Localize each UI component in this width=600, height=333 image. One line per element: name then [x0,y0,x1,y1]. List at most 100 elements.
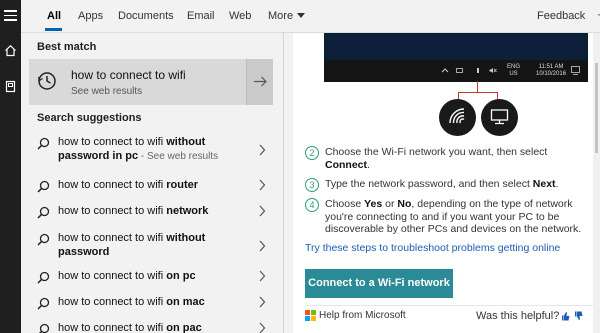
taskbar: ENG US 11:51 AM 10/10/2016 [324,60,588,82]
suggestion-text: how to connect to wifi network [58,204,238,218]
monitor-network-icon [490,109,509,125]
tab-all[interactable]: All [47,10,61,22]
troubleshoot-link[interactable]: Try these steps to troubleshoot problems… [305,242,560,254]
system-rail [0,0,21,333]
suggestion-text: how to connect to wifi router [58,178,238,192]
suggestion-item[interactable]: how to connect to wifi on mac [29,295,273,310]
chevron-down-icon [297,13,306,18]
chevron-right-icon[interactable] [258,240,266,252]
step-emphasis: No [397,198,412,210]
help-from-microsoft-label: Help from Microsoft [319,310,406,321]
suggestion-completion: on pc [166,270,196,282]
history-icon [37,72,56,90]
suggestion-query: how to connect to wifi [58,270,167,282]
suggestion-query: how to connect to wifi [58,232,167,244]
tab-more-label: More [268,10,294,22]
tab-apps[interactable]: Apps [78,10,103,22]
search-icon [37,137,50,150]
suggestion-query: how to connect to wifi [58,179,167,191]
clock-time: 11:51 AM [538,64,564,70]
suggestion-query: how to connect to wifi [58,205,167,217]
suggestion-completion: network [166,205,209,217]
search-tabs-bar: All Apps Documents Email Web More Feedba… [21,0,600,33]
suggestion-text: how to connect to wifi without password … [58,135,238,164]
suggestion-text: how to connect to wifi without password [58,231,238,259]
preview-scrollbar[interactable] [593,33,600,333]
suggestion-query: how to connect to wifi [58,136,167,148]
suggestion-item[interactable]: how to connect to wifi network [29,204,273,219]
callout-line [458,92,498,93]
taskbar-clock: 11:51 AM 10/10/2016 [536,64,566,78]
arrow-right-icon [254,76,267,87]
step-fragment: or [382,198,398,210]
clock-date: 10/10/2016 [536,71,567,77]
suggestion-item[interactable]: how to connect to wifi without password [29,231,273,261]
search-icon [38,323,50,333]
network-tray-icon [477,68,479,73]
action-center-icon [571,66,580,75]
notebook-icon[interactable] [4,80,17,93]
footer-divider [305,305,595,306]
suggestion-query: how to connect to wifi [58,322,167,333]
home-icon[interactable] [4,44,17,57]
thumbs-up-icon[interactable] [561,311,570,321]
step-emphasis: Next [532,178,556,190]
search-icon [37,297,50,310]
step-emphasis: Yes [364,198,383,210]
step-fragment: Type the network password, and then sele… [325,178,533,190]
see-web-results-label: - See web results [138,151,219,162]
tab-email[interactable]: Email [187,10,215,22]
region-code: US [509,71,518,77]
microsoft-logo-icon [305,310,316,321]
preview-pane: ENG US 11:51 AM 10/10/2016 2 Choose the W… [293,33,600,333]
step-text: Choose the Wi-Fi network you want, then … [325,146,595,171]
step-emphasis: Connect [325,158,367,171]
feedback-link[interactable]: Feedback [537,10,585,22]
suggestion-completion: router [166,179,199,191]
language-code: ENG [507,64,521,70]
chevron-right-icon[interactable] [258,179,266,191]
step-text: Choose Yes or No, depending on the type … [325,198,595,236]
step-fragment: . [555,178,559,190]
language-indicator: ENG US [507,64,520,78]
scrollbar-thumb[interactable] [595,63,598,153]
suggestion-query: how to connect to wifi [58,296,167,308]
suggestion-text: how to connect to wifi on pc [58,269,238,283]
chevron-right-icon[interactable] [258,205,266,217]
chevron-right-icon[interactable] [258,322,266,333]
search-suggestions-heading: Search suggestions [37,112,142,124]
best-match-title: how to connect to wifi [71,68,186,82]
suggestion-item[interactable]: how to connect to wifi on pc [29,269,273,284]
step-text: Type the network password, and then sele… [325,178,595,191]
thumbs-down-icon[interactable] [574,311,583,321]
suggestion-text: how to connect to wifi on pac [58,321,238,333]
best-match-result[interactable]: how to connect to wifi See web results [29,59,273,105]
suggestion-completion: on pac [166,322,202,333]
battery-icon [456,68,463,73]
chevron-right-icon[interactable] [258,144,266,156]
connect-wifi-button[interactable]: Connect to a Wi-Fi network [305,269,453,298]
chevron-up-icon [441,68,449,73]
search-icon [37,233,50,246]
step-fragment: Choose [325,198,365,210]
best-match-heading: Best match [37,41,97,53]
hamburger-menu-icon[interactable] [4,10,17,23]
chevron-right-icon[interactable] [258,270,266,282]
tab-web[interactable]: Web [229,10,251,22]
open-result-button[interactable] [246,59,273,105]
suggestion-item[interactable]: how to connect to wifi on pac [29,321,273,333]
step-number: 3 [305,178,319,192]
search-icon [37,206,50,219]
was-this-helpful-label: Was this helpful? [476,310,560,322]
best-match-subtitle: See web results [71,86,143,97]
step-fragment: Choose the Wi-Fi network you want, then … [325,146,548,158]
search-icon [37,271,50,284]
tab-documents[interactable]: Documents [118,10,174,22]
wifi-bubble [439,99,476,136]
wired-network-bubble [481,99,518,136]
tab-more[interactable]: More [268,10,306,22]
suggestion-item[interactable]: how to connect to wifi router [29,178,273,193]
suggestion-item[interactable]: how to connect to wifi without password … [29,135,273,165]
taskbar-screenshot: ENG US 11:51 AM 10/10/2016 [324,33,588,82]
chevron-right-icon[interactable] [258,296,266,308]
